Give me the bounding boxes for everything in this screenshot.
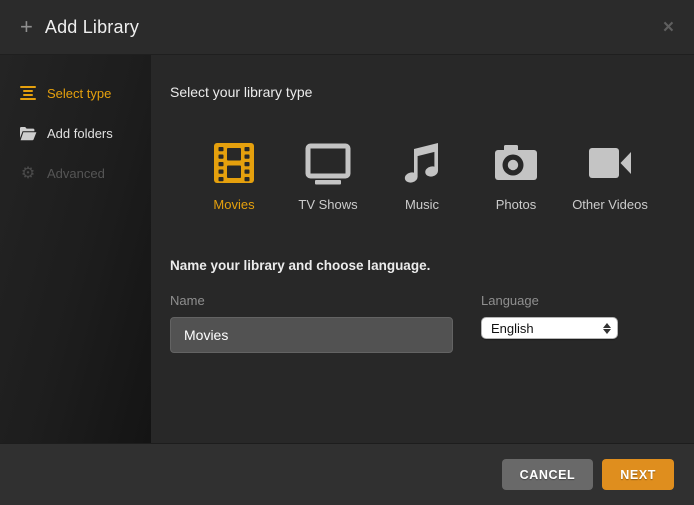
library-type-label: TV Shows (298, 197, 357, 212)
language-field-label: Language (481, 293, 618, 308)
gear-icon: ⚙ (19, 164, 37, 182)
cancel-button[interactable]: CANCEL (502, 459, 594, 490)
library-type-tv-shows[interactable]: TV Shows (292, 140, 364, 212)
name-heading: Name your library and choose language. (170, 258, 670, 273)
dialog-body: Select type Add folders ⚙ Advanced Selec… (0, 55, 694, 443)
library-type-movies[interactable]: Movies (198, 140, 270, 212)
film-icon (212, 140, 256, 186)
sidebar-item-select-type[interactable]: Select type (0, 73, 151, 113)
library-type-row: Movies TV Shows (198, 140, 670, 212)
library-type-label: Other Videos (572, 197, 648, 212)
library-type-label: Music (405, 197, 439, 212)
name-field-group: Name (170, 293, 453, 353)
library-type-other-videos[interactable]: Other Videos (574, 140, 646, 212)
type-heading: Select your library type (170, 84, 670, 100)
folder-icon (19, 124, 37, 142)
plus-icon: + (20, 16, 33, 38)
dialog-footer: CANCEL NEXT (0, 443, 694, 505)
library-name-input[interactable] (170, 317, 453, 353)
language-select[interactable]: English (481, 317, 618, 339)
library-type-music[interactable]: Music (386, 140, 458, 212)
dialog-title: Add Library (45, 17, 139, 38)
library-type-label: Photos (496, 197, 536, 212)
close-icon[interactable]: × (663, 18, 674, 37)
sidebar-item-advanced[interactable]: ⚙ Advanced (0, 153, 151, 193)
library-type-label: Movies (213, 197, 254, 212)
add-library-dialog: + Add Library × Select type Add folders (0, 0, 694, 505)
sidebar-item-label: Select type (47, 86, 111, 101)
steps-sidebar: Select type Add folders ⚙ Advanced (0, 55, 151, 443)
video-camera-icon (587, 140, 633, 186)
sidebar-item-label: Advanced (47, 166, 105, 181)
language-selected-value: English (491, 321, 603, 336)
language-field-group: Language English (481, 293, 618, 353)
list-bars-icon (19, 84, 37, 102)
camera-icon (493, 140, 539, 186)
sidebar-item-add-folders[interactable]: Add folders (0, 113, 151, 153)
library-type-photos[interactable]: Photos (480, 140, 552, 212)
dialog-header: + Add Library × (0, 0, 694, 55)
music-note-icon (401, 140, 443, 186)
name-field-label: Name (170, 293, 453, 308)
next-button[interactable]: NEXT (602, 459, 674, 490)
fields-row: Name Language English (170, 293, 670, 353)
select-stepper-icon (603, 323, 613, 334)
tv-icon (304, 140, 352, 186)
sidebar-item-label: Add folders (47, 126, 113, 141)
main-panel: Select your library type (151, 55, 694, 443)
